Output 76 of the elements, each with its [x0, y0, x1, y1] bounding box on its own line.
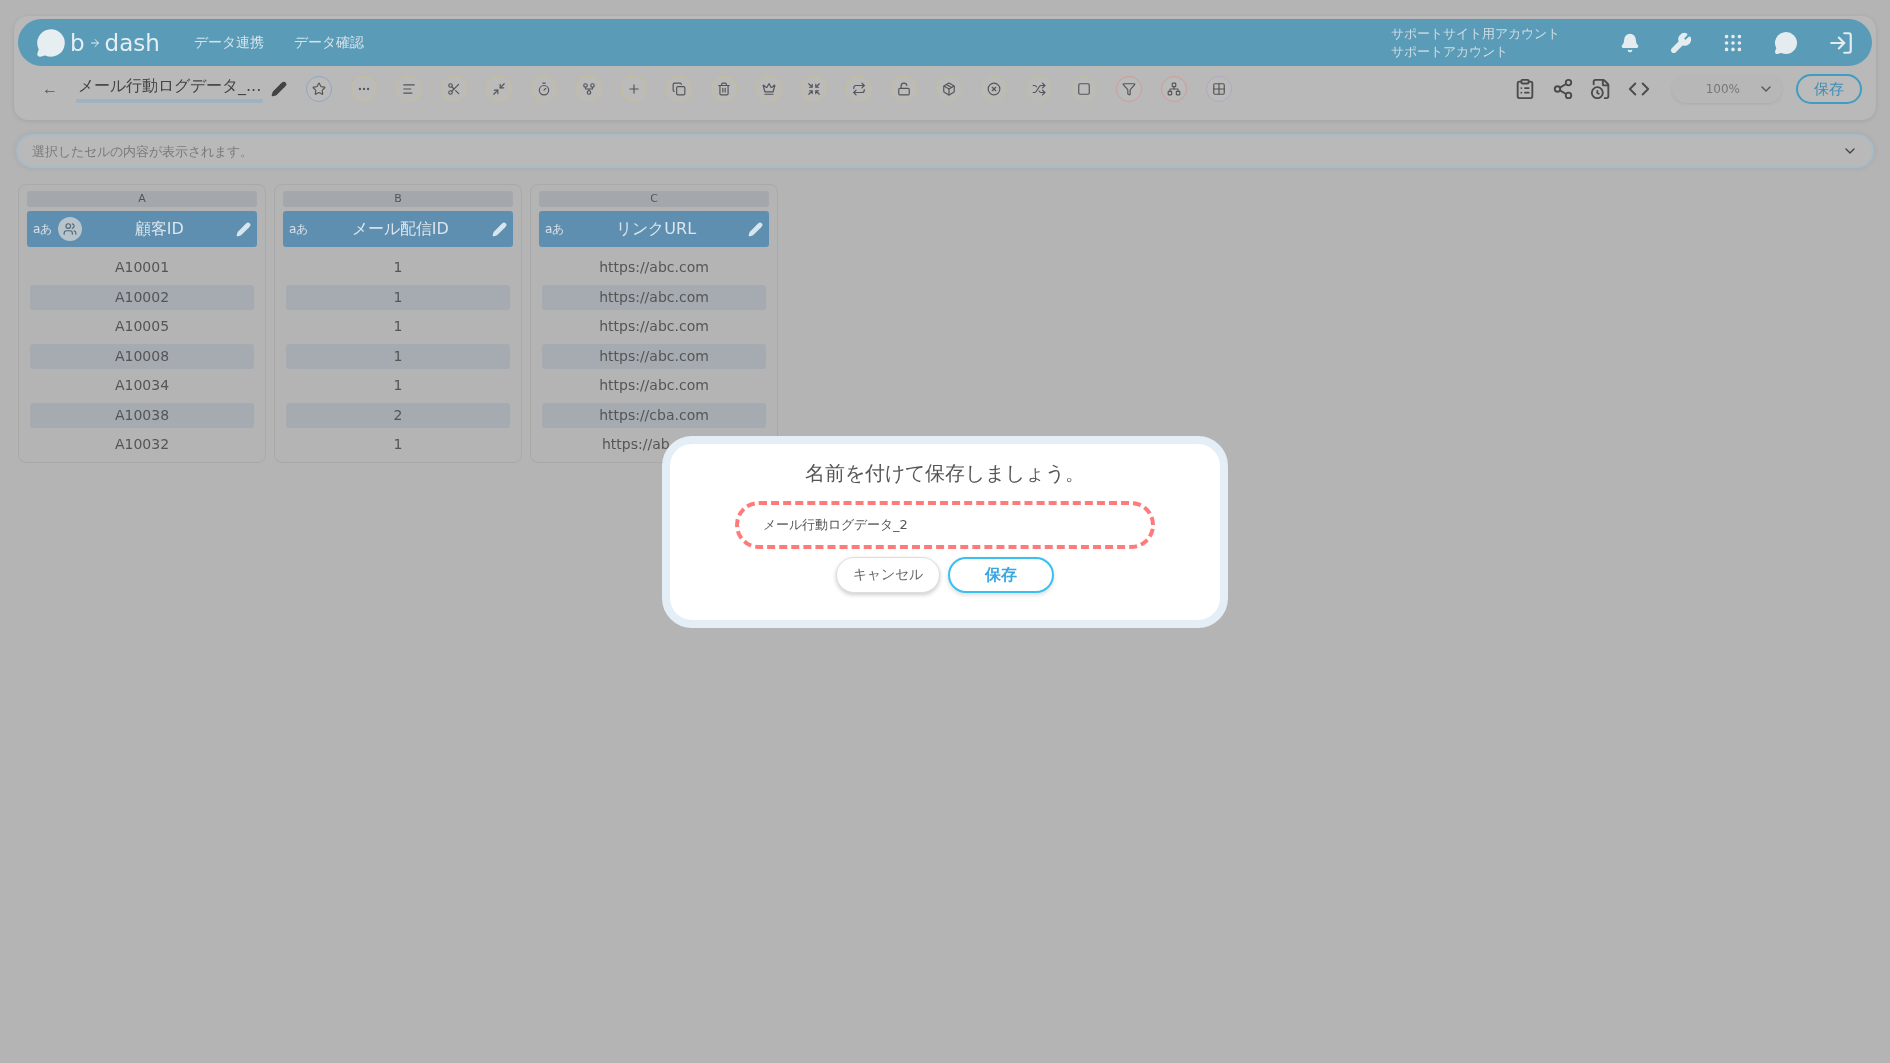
- table-cell: https://cba.com: [542, 402, 766, 428]
- table-cell: 1: [286, 343, 510, 369]
- share-icon[interactable]: [1552, 78, 1574, 100]
- grid-icon[interactable]: [1206, 76, 1233, 102]
- chat-icon[interactable]: [1774, 30, 1798, 55]
- table-cell-text: https://ab: [601, 435, 671, 454]
- table-cell-text: 1: [392, 376, 404, 395]
- name-input-field[interactable]: メール行動ログデータ_2: [735, 501, 1155, 549]
- column-letter: A: [27, 191, 257, 207]
- table-cell: A10002: [30, 284, 254, 310]
- table-cell-text: https://abc.com: [598, 376, 710, 395]
- formula-bar[interactable]: 選択したセルの内容が表示されます。: [16, 134, 1874, 168]
- column-header[interactable]: aあ 顧客ID: [27, 211, 257, 247]
- pencil-icon[interactable]: [271, 81, 288, 97]
- table-cell: A10038: [30, 402, 254, 428]
- table-cell-text: A10034: [113, 376, 171, 395]
- nav-link[interactable]: データ確認: [293, 33, 364, 52]
- copy-icon[interactable]: [666, 76, 693, 102]
- save-button[interactable]: 保存: [1796, 74, 1862, 104]
- shrink-icon[interactable]: [801, 76, 828, 102]
- table-cell-text: A10005: [113, 317, 171, 336]
- column-header[interactable]: aあ リンクURL: [539, 211, 769, 247]
- plus-icon[interactable]: [621, 76, 648, 102]
- column-letter: C: [539, 191, 769, 207]
- nav-link[interactable]: データ連携: [193, 33, 264, 52]
- fork-icon[interactable]: [576, 76, 603, 102]
- table-cell: https://abc.com: [542, 284, 766, 310]
- x-circle-icon[interactable]: [981, 76, 1008, 102]
- unlock-icon[interactable]: [891, 76, 918, 102]
- type-tag: aあ: [33, 220, 53, 238]
- zoom-select[interactable]: 100%: [1672, 75, 1782, 103]
- crown-icon[interactable]: [756, 76, 783, 102]
- shuffle-icon[interactable]: [1026, 76, 1053, 102]
- trash-icon[interactable]: [711, 76, 738, 102]
- arrow-icon: [88, 36, 101, 49]
- sheet-title[interactable]: メール行動ログデータ_...: [76, 75, 264, 103]
- account-name: サポートアカウント: [1391, 42, 1509, 61]
- bell-icon[interactable]: [1620, 32, 1640, 53]
- logout-icon[interactable]: [1828, 29, 1854, 56]
- table-cell-text: 1: [392, 258, 404, 277]
- column-name: メール配信ID: [350, 218, 450, 240]
- table-cell-text: https://abc.com: [598, 317, 710, 336]
- table-cell: 2: [286, 402, 510, 428]
- cancel-button[interactable]: キャンセル: [836, 557, 940, 593]
- save-button[interactable]: 保存: [948, 557, 1054, 593]
- column-letter: B: [283, 191, 513, 207]
- table-cell-text: 1: [392, 435, 404, 454]
- repeat-icon[interactable]: [846, 76, 873, 102]
- timer-icon[interactable]: [531, 76, 558, 102]
- clipboard-icon[interactable]: [1514, 78, 1536, 100]
- file-clock-icon[interactable]: [1590, 78, 1612, 100]
- table-cell: https://abc.com: [542, 343, 766, 369]
- table-cell-text: https://abc.com: [598, 258, 710, 277]
- wrench-icon[interactable]: [1670, 31, 1692, 54]
- network-icon[interactable]: [1161, 76, 1188, 102]
- logo-text: dash: [104, 29, 160, 56]
- box-icon[interactable]: [936, 76, 963, 102]
- scissors-icon[interactable]: [441, 76, 468, 102]
- column-name: 顧客ID: [133, 218, 185, 240]
- table-cell: A10008: [30, 343, 254, 369]
- column-header[interactable]: aあ メール配信ID: [283, 211, 513, 247]
- table-cell-text: 1: [392, 317, 404, 336]
- table-cell-text: A10032: [113, 435, 171, 454]
- account-name: サポートサイト用アカウント: [1391, 24, 1560, 43]
- type-tag: aあ: [545, 220, 565, 238]
- column-name: リンクURL: [615, 218, 698, 240]
- logo-text: b: [70, 29, 85, 56]
- logo-icon: [36, 27, 66, 58]
- back-button[interactable]: ←: [42, 80, 58, 98]
- table-cell: 1: [286, 284, 510, 310]
- compress-icon[interactable]: [486, 76, 513, 102]
- note-icon[interactable]: [396, 76, 423, 102]
- type-tag: aあ: [289, 220, 309, 238]
- dialog-message: 名前を付けて保存しましょう。: [805, 460, 1085, 487]
- filter-icon[interactable]: [1116, 76, 1143, 102]
- table-cell-text: A10001: [113, 258, 171, 277]
